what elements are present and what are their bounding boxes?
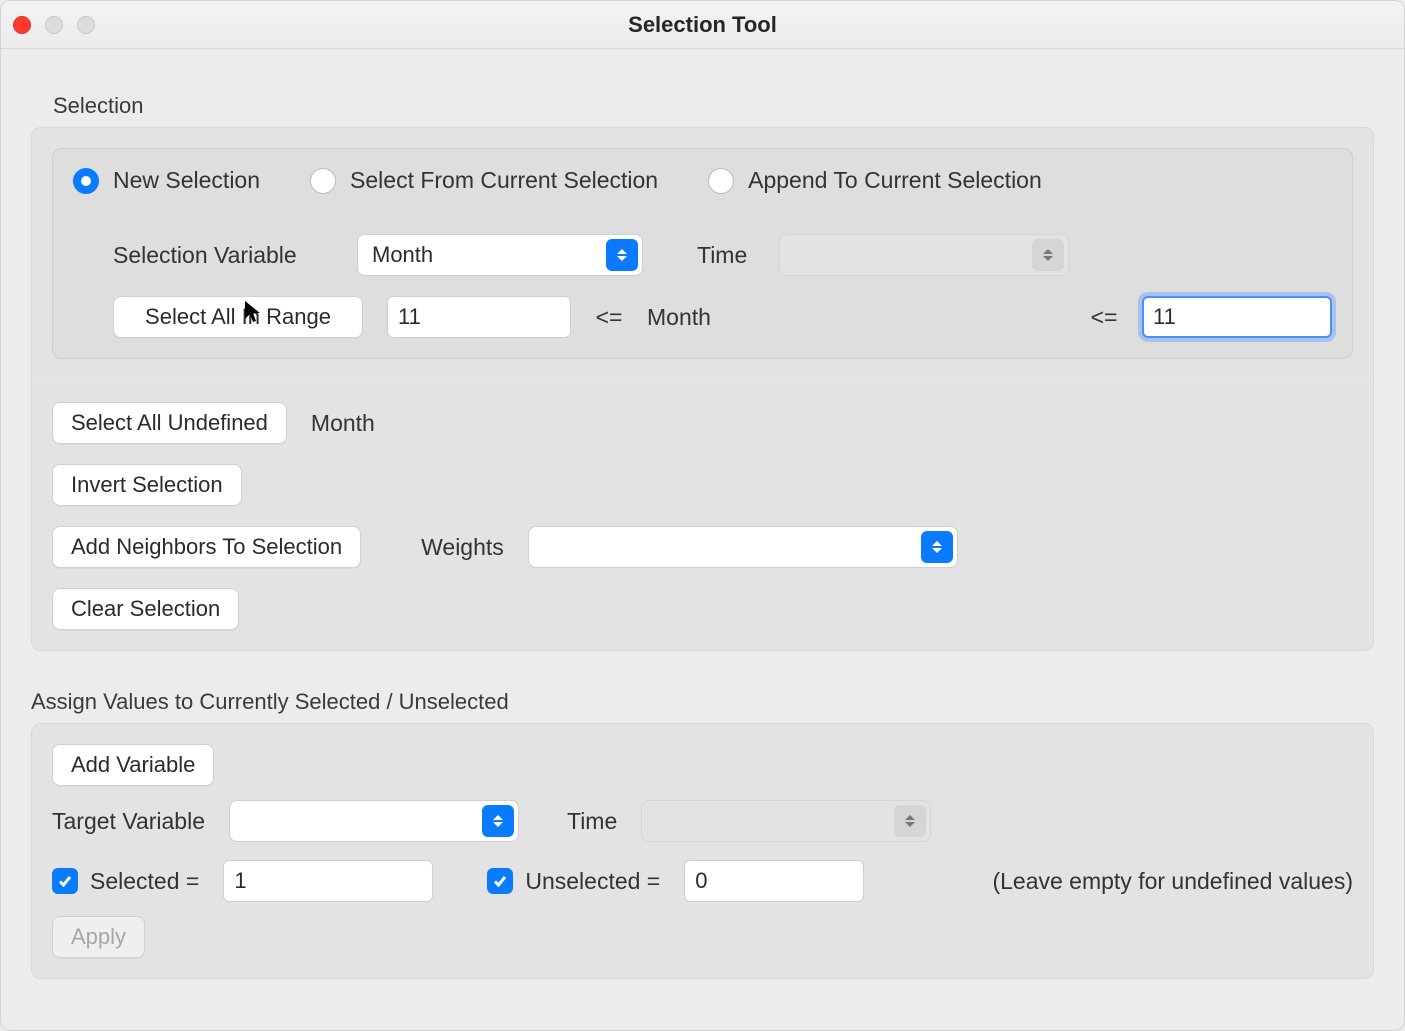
close-window-button[interactable]	[13, 16, 31, 34]
weights-select[interactable]	[528, 526, 958, 568]
button-label: Apply	[71, 924, 126, 949]
range-lower-input[interactable]	[387, 296, 571, 338]
add-neighbors-button[interactable]: Add Neighbors To Selection	[52, 526, 361, 568]
select-range-row: Select All In Range <= Month <=	[73, 296, 1332, 338]
updown-icon	[1032, 239, 1064, 271]
assign-values-row: Selected = Unselected = (Leave empty for…	[52, 860, 1353, 902]
select-all-undefined-button[interactable]: Select All Undefined	[52, 402, 287, 444]
time-select[interactable]	[779, 234, 1069, 276]
select-all-in-range-button[interactable]: Select All In Range	[113, 296, 363, 338]
undefined-hint: (Leave empty for undefined values)	[992, 868, 1353, 895]
undefined-variable-label: Month	[311, 410, 375, 437]
target-variable-label: Target Variable	[52, 808, 205, 835]
selection-group-label: Selection	[53, 93, 1374, 119]
time-label: Time	[697, 242, 747, 269]
clear-selection-button[interactable]: Clear Selection	[52, 588, 239, 630]
select-undefined-row: Select All Undefined Month	[52, 402, 1353, 444]
button-label: Invert Selection	[71, 472, 223, 497]
zoom-window-button[interactable]	[77, 16, 95, 34]
updown-icon	[606, 239, 638, 271]
selection-mode-subbox: New Selection Select From Current Select…	[52, 148, 1353, 359]
selection-mode-row: New Selection Select From Current Select…	[73, 167, 1332, 194]
button-label: Clear Selection	[71, 596, 220, 621]
check-icon	[492, 873, 508, 889]
apply-row: Apply	[52, 916, 1353, 958]
radio-label: Select From Current Selection	[350, 167, 658, 194]
assign-time-label: Time	[567, 808, 617, 835]
add-neighbors-row: Add Neighbors To Selection Weights	[52, 526, 1353, 568]
select-value: Month	[372, 242, 433, 268]
selected-equals-label: Selected =	[90, 868, 199, 895]
apply-button[interactable]: Apply	[52, 916, 145, 958]
unselected-checkbox-wrap: Unselected =	[487, 868, 660, 895]
updown-icon	[482, 805, 514, 837]
radio-select-from-current[interactable]: Select From Current Selection	[310, 167, 658, 194]
unselected-checkbox[interactable]	[487, 868, 513, 894]
radio-new-selection[interactable]: New Selection	[73, 167, 260, 194]
invert-selection-row: Invert Selection	[52, 464, 1353, 506]
target-variable-select[interactable]	[229, 800, 519, 842]
add-variable-row: Add Variable	[52, 744, 1353, 786]
unselected-equals-label: Unselected =	[525, 868, 660, 895]
selection-variable-label: Selection Variable	[113, 242, 333, 269]
minimize-window-button[interactable]	[45, 16, 63, 34]
radio-label: Append To Current Selection	[748, 167, 1042, 194]
button-label: Add Variable	[71, 752, 195, 777]
divider	[32, 381, 1373, 382]
window-title: Selection Tool	[1, 12, 1404, 38]
check-icon	[57, 873, 73, 889]
radio-dot-icon	[73, 168, 99, 194]
selected-value-input[interactable]	[223, 860, 433, 902]
radio-dot-icon	[310, 168, 336, 194]
radio-append-to-current[interactable]: Append To Current Selection	[708, 167, 1042, 194]
titlebar: Selection Tool	[1, 1, 1404, 49]
selection-tool-window: Selection Tool Selection New Selection S…	[0, 0, 1405, 1031]
selection-variable-row: Selection Variable Month Time	[73, 234, 1332, 276]
assign-time-select[interactable]	[641, 800, 931, 842]
selection-variable-select[interactable]: Month	[357, 234, 643, 276]
updown-icon	[894, 805, 926, 837]
window-content: Selection New Selection Select From Curr…	[1, 49, 1404, 993]
assign-group-label: Assign Values to Currently Selected / Un…	[31, 689, 1374, 715]
radio-label: New Selection	[113, 167, 260, 194]
leq-label-right: <=	[1090, 304, 1118, 331]
selected-checkbox-wrap: Selected =	[52, 868, 199, 895]
range-upper-input[interactable]	[1142, 296, 1332, 338]
button-label: Add Neighbors To Selection	[71, 534, 342, 559]
updown-icon	[921, 531, 953, 563]
selection-groupbox: New Selection Select From Current Select…	[31, 127, 1374, 651]
button-label: Select All In Range	[145, 304, 331, 329]
target-variable-row: Target Variable Time	[52, 800, 1353, 842]
assign-groupbox: Add Variable Target Variable Time	[31, 723, 1374, 979]
window-traffic-lights	[13, 16, 95, 34]
unselected-value-input[interactable]	[684, 860, 864, 902]
selected-checkbox[interactable]	[52, 868, 78, 894]
add-variable-button[interactable]: Add Variable	[52, 744, 214, 786]
weights-label: Weights	[421, 534, 504, 561]
button-label: Select All Undefined	[71, 410, 268, 435]
range-mid-variable: Month	[647, 304, 1066, 331]
clear-selection-row: Clear Selection	[52, 588, 1353, 630]
leq-label-left: <=	[595, 304, 623, 331]
invert-selection-button[interactable]: Invert Selection	[52, 464, 242, 506]
radio-dot-icon	[708, 168, 734, 194]
